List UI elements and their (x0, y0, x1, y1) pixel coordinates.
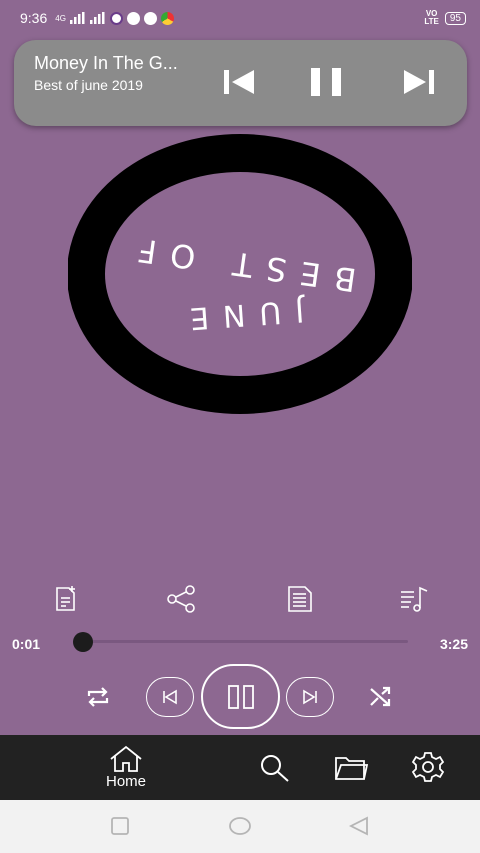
home-button-icon[interactable] (228, 816, 252, 836)
status-icons: 4G (55, 11, 174, 25)
pause-icon (227, 684, 254, 709)
twitter-icon (143, 11, 157, 25)
battery-indicator: 95 (444, 11, 466, 25)
seek-thumb[interactable] (73, 632, 93, 652)
album-art-line-1: BEST OF (122, 229, 359, 299)
previous-icon[interactable] (221, 66, 257, 98)
signal-icon (69, 12, 85, 24)
track-title: Money In The G... (34, 53, 178, 73)
album-art-line-2: JUNE (175, 292, 307, 336)
add-to-playlist-icon[interactable] (52, 585, 80, 613)
signal-icon-2 (89, 12, 105, 24)
shuffle-icon[interactable] (367, 683, 395, 711)
album-art: BEST OF JUNE (68, 134, 412, 414)
settings-icon[interactable] (411, 751, 445, 783)
seek-bar[interactable] (80, 640, 408, 643)
bottom-nav: Home (0, 735, 480, 800)
previous-button[interactable] (146, 677, 194, 717)
app-notification-icon (109, 11, 123, 25)
home-icon (110, 745, 142, 772)
share-icon[interactable] (166, 585, 198, 613)
next-icon[interactable] (401, 66, 437, 98)
lyrics-icon[interactable] (286, 585, 314, 613)
current-time: 0:01 (12, 636, 41, 652)
queue-icon[interactable] (400, 585, 428, 613)
previous-icon (163, 689, 177, 705)
status-time: 9:36 (20, 10, 48, 26)
back-icon[interactable] (348, 816, 370, 836)
status-bar: 9:36 4G VO LTE 95 (0, 0, 480, 36)
folder-icon[interactable] (334, 755, 368, 781)
app-notification-icon (126, 11, 140, 25)
nav-home[interactable]: Home (98, 745, 154, 790)
search-icon[interactable] (259, 753, 291, 783)
system-navigation-bar (0, 800, 480, 853)
status-right: VO LTE 95 (424, 10, 466, 26)
pause-icon[interactable] (308, 66, 344, 98)
total-time: 3:25 (439, 636, 468, 652)
volte-icon: VO LTE (424, 9, 439, 26)
chrome-icon (160, 11, 174, 25)
play-pause-button[interactable] (201, 664, 280, 729)
repeat-icon[interactable] (84, 683, 112, 711)
network-type: 4G (55, 13, 66, 23)
nav-home-label: Home (105, 773, 146, 790)
now-playing-card[interactable]: Money In The G... Best of june 2019 (14, 40, 467, 126)
next-icon (303, 689, 317, 705)
album-name: Best of june 2019 (34, 77, 143, 93)
next-button[interactable] (286, 677, 334, 717)
recents-icon[interactable] (110, 816, 130, 836)
